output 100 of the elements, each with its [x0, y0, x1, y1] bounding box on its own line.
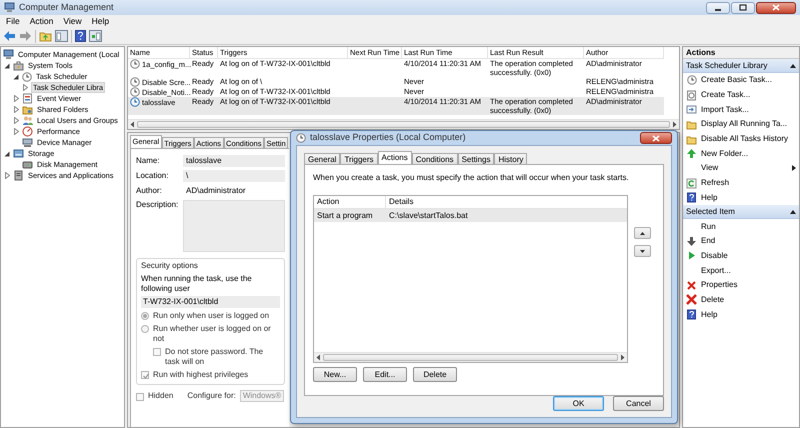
action-link[interactable]: Disable All Tasks History	[701, 134, 788, 144]
group-title: Security options	[141, 261, 198, 271]
collapsed-arrow-icon[interactable]	[14, 95, 18, 102]
computer-icon	[4, 2, 15, 13]
field-value: AD\administrator	[185, 185, 247, 197]
tab[interactable]: Settings	[458, 153, 494, 164]
radio-button[interactable]	[141, 325, 149, 333]
collapsed-arrow-icon[interactable]	[4, 172, 10, 179]
horizontal-scrollbar[interactable]	[128, 119, 679, 129]
gauge-icon	[22, 126, 33, 137]
collapse-caret-icon[interactable]	[790, 64, 796, 68]
horizontal-scrollbar[interactable]	[314, 352, 627, 362]
server-icon	[13, 170, 24, 181]
section-title: Task Scheduler Library	[686, 60, 768, 70]
scroll-left-icon[interactable]	[130, 121, 135, 128]
collapsed-arrow-icon[interactable]	[14, 117, 18, 124]
maximize-button[interactable]	[731, 2, 755, 14]
window-title: Computer Management	[19, 2, 114, 14]
help-icon[interactable]	[75, 30, 86, 42]
action-pane-icon[interactable]	[89, 30, 102, 42]
action-button[interactable]: Edit...	[363, 367, 407, 382]
scroll-left-icon[interactable]	[316, 354, 321, 361]
action-link[interactable]: Create Basic Task...	[701, 75, 772, 86]
action-link[interactable]: Run	[701, 222, 716, 232]
tab[interactable]: Triggers	[340, 153, 378, 164]
clock-icon	[130, 87, 140, 97]
expanded-arrow-icon[interactable]	[4, 62, 10, 68]
checkbox[interactable]	[136, 392, 144, 400]
caret-up-icon	[640, 232, 645, 234]
device-icon	[22, 137, 33, 148]
action-button[interactable]: New...	[313, 367, 357, 382]
table-cell: Start a program	[317, 210, 373, 220]
forward-arrow-icon[interactable]	[19, 30, 32, 42]
clock-icon	[686, 75, 696, 86]
menu-item[interactable]: Help	[88, 16, 114, 27]
action-link[interactable]: Import Task...	[701, 104, 749, 115]
column-header[interactable]: Details	[386, 197, 414, 207]
dialog-button[interactable]: Cancel	[613, 396, 664, 411]
radio-label: Run whether user is logged on or not	[153, 324, 272, 344]
security-text: When running the task, use the following user	[141, 274, 253, 294]
menu-item[interactable]: View	[59, 16, 86, 27]
checkbox[interactable]	[141, 371, 149, 379]
arrow-down-icon	[686, 236, 697, 247]
radio-button[interactable]	[141, 312, 149, 320]
dialog-button[interactable]: OK	[553, 396, 604, 411]
instruction-text: When you create a task, you must specify the action that will occur when your task starts.	[313, 173, 630, 183]
maximize-icon	[739, 4, 747, 11]
close-button[interactable]	[640, 132, 672, 144]
collapse-caret-icon[interactable]	[790, 210, 796, 214]
scroll-right-icon[interactable]	[672, 121, 677, 128]
collapsed-arrow-icon[interactable]	[22, 84, 28, 91]
computer-icon	[3, 49, 14, 60]
move-up-button[interactable]	[634, 227, 651, 239]
user-field: T-W732-IX-001\cltbld	[141, 296, 280, 308]
pane-title: Actions	[683, 47, 799, 59]
expanded-arrow-icon[interactable]	[4, 150, 10, 156]
expanded-arrow-icon[interactable]	[13, 74, 19, 80]
scroll-right-icon[interactable]	[620, 354, 625, 361]
close-icon	[772, 4, 780, 11]
collapsed-arrow-icon[interactable]	[14, 128, 18, 135]
action-link[interactable]: New Folder...	[701, 148, 748, 159]
action-link[interactable]: Properties	[701, 280, 738, 290]
cross-icon	[686, 280, 697, 291]
action-link[interactable]: Help	[701, 310, 718, 320]
description-field[interactable]	[183, 200, 285, 252]
action-link[interactable]: Create Task...	[701, 90, 750, 100]
tab[interactable]: General	[304, 153, 340, 164]
minimize-button[interactable]	[706, 2, 730, 14]
clock-icon	[130, 77, 140, 87]
action-link[interactable]: Export...	[701, 266, 731, 276]
tab[interactable]: History	[494, 153, 528, 164]
action-button[interactable]: Delete	[413, 367, 457, 382]
action-link[interactable]: End	[701, 236, 716, 246]
action-link[interactable]: View	[701, 163, 718, 174]
arrow-up-icon	[686, 148, 697, 160]
collapsed-arrow-icon[interactable]	[14, 106, 18, 113]
list-row[interactable]: Start a program C:\slave\startTalos.bat	[314, 209, 627, 222]
back-arrow-icon[interactable]	[3, 30, 16, 42]
users-icon	[22, 115, 33, 126]
play-icon	[686, 250, 697, 262]
tab[interactable]: Actions	[378, 151, 412, 164]
column-header[interactable]: Action	[314, 196, 386, 208]
action-link[interactable]: Delete	[701, 294, 724, 305]
radio-label: Run only when user is logged on	[153, 311, 270, 321]
field-label: Name:	[136, 156, 161, 166]
action-link[interactable]: Refresh	[701, 178, 730, 188]
help-icon	[686, 192, 697, 204]
help-icon	[686, 309, 697, 320]
folder-up-icon[interactable]	[39, 30, 52, 42]
checkbox[interactable]	[153, 348, 161, 356]
menu-item[interactable]: Action	[26, 16, 58, 27]
action-link[interactable]: Disable	[701, 250, 728, 261]
close-button[interactable]	[756, 2, 796, 14]
menu-item[interactable]: File	[2, 16, 24, 27]
action-link[interactable]: Help	[701, 192, 718, 203]
action-link[interactable]: Display All Running Ta...	[701, 119, 788, 130]
tab[interactable]: Conditions	[412, 153, 458, 164]
move-down-button[interactable]	[634, 245, 651, 257]
console-pane-icon[interactable]	[55, 30, 68, 42]
action-list[interactable]: Action Details Start a program C:\slave\startTalos.bat	[313, 195, 628, 363]
